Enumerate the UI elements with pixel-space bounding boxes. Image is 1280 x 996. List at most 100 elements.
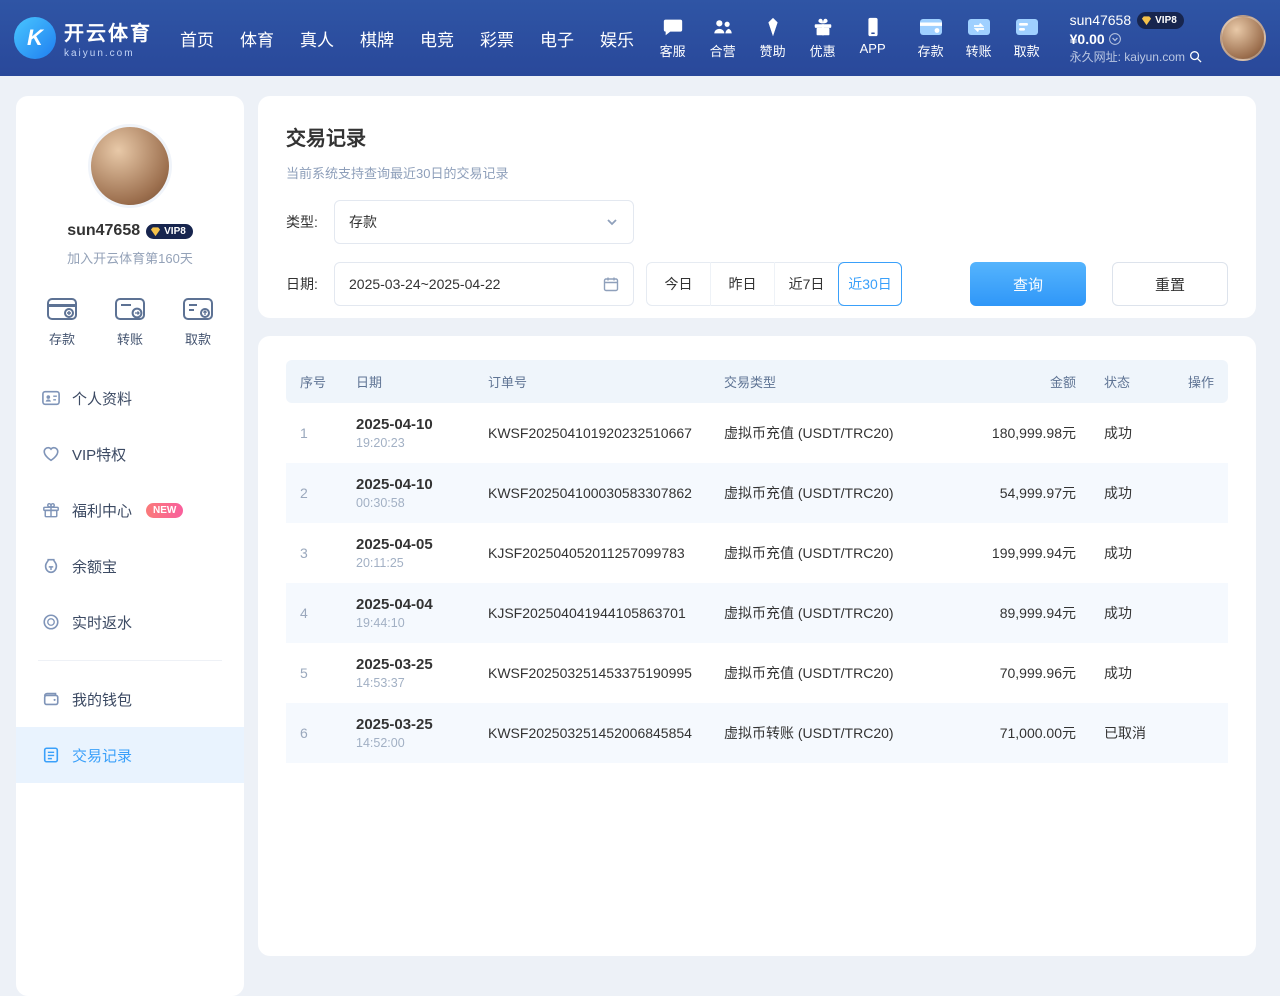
sidebar-item-rebate-label: 实时返水 [72, 612, 132, 633]
support-icon [662, 16, 684, 38]
support-label: 客服 [660, 41, 686, 60]
nav-item-cards[interactable]: 棋牌 [360, 26, 394, 51]
row-amount: 199,999.94元 [950, 523, 1090, 583]
row-action-cell [1174, 583, 1228, 643]
row-order-no: KJSF202504052011257099783 [474, 523, 710, 583]
partner-button[interactable]: 合营 [706, 16, 740, 60]
row-index: 5 [286, 643, 342, 703]
topbar-wallet-links: 存款 转账 取款 [914, 16, 1044, 60]
sidebar-item-transactions-label: 交易记录 [72, 745, 132, 766]
header-type: 交易类型 [710, 360, 950, 403]
row-time: 14:53:37 [356, 676, 460, 690]
page-title: 交易记录 [286, 122, 1228, 151]
sidebar-vip-badge[interactable]: VIP8 [146, 224, 193, 239]
username: sun47658 [1070, 11, 1132, 30]
chevron-down-icon[interactable] [1109, 33, 1121, 45]
deposit-label-top: 存款 [918, 41, 944, 60]
sidebar-item-rebate[interactable]: 实时返水 [16, 594, 244, 650]
app-label: APP [860, 41, 886, 56]
vip-heart-icon [42, 445, 60, 463]
range-today-button[interactable]: 今日 [647, 262, 711, 306]
sponsor-icon [762, 16, 784, 38]
header-amount: 金额 [950, 360, 1090, 403]
sidebar-joined-days: 加入开云体育第160天 [16, 248, 244, 267]
row-type: 虚拟币转账 (USDT/TRC20) [710, 703, 950, 763]
type-filter-label: 类型: [286, 212, 334, 232]
row-date: 2025-04-10 [356, 476, 460, 493]
type-select[interactable]: 存款 [334, 200, 634, 244]
gift-icon [812, 16, 834, 38]
withdraw-card-icon [1015, 16, 1039, 38]
reset-button[interactable]: 重置 [1112, 262, 1228, 306]
sidebar-username: sun47658 [67, 222, 140, 240]
brand-logo[interactable]: K 开云体育 kaiyun.com [14, 17, 152, 59]
sidebar-item-welfare[interactable]: 福利中心 NEW [16, 482, 244, 538]
row-order-no: KWSF202504101920232510667 [474, 403, 710, 463]
nav-item-slots[interactable]: 电子 [540, 26, 574, 51]
sidebar-withdraw-button[interactable]: 取款 [182, 295, 214, 348]
calendar-icon [603, 276, 619, 292]
nav-item-lottery[interactable]: 彩票 [480, 26, 514, 51]
promo-button[interactable]: 优惠 [806, 16, 840, 60]
row-action-cell [1174, 523, 1228, 583]
sidebar-deposit-label: 存款 [49, 329, 75, 348]
nav-item-live[interactable]: 真人 [300, 26, 334, 51]
date-filter-label: 日期: [286, 274, 334, 294]
sidebar-item-profile-label: 个人资料 [72, 388, 132, 409]
row-index: 3 [286, 523, 342, 583]
row-type: 虚拟币充值 (USDT/TRC20) [710, 643, 950, 703]
row-type: 虚拟币充值 (USDT/TRC20) [710, 403, 950, 463]
transactions-table: 序号 日期 订单号 交易类型 金额 状态 操作 1 2025-04-1019:2… [286, 360, 1228, 763]
sidebar-item-wallet[interactable]: 我的钱包 [16, 671, 244, 727]
sidebar-deposit-button[interactable]: 存款 [46, 295, 78, 348]
row-order-no: KJSF202504041944105863701 [474, 583, 710, 643]
avatar[interactable] [1220, 15, 1266, 61]
sidebar-withdraw-label: 取款 [185, 329, 211, 348]
withdraw-icon [182, 295, 214, 323]
row-type: 虚拟币充值 (USDT/TRC20) [710, 523, 950, 583]
date-range-value: 2025-03-24~2025-04-22 [349, 276, 500, 292]
nav-item-home[interactable]: 首页 [180, 26, 214, 51]
vip-badge[interactable]: VIP8 [1137, 12, 1184, 30]
row-order-no: KWSF202504100030583307862 [474, 463, 710, 523]
app-button[interactable]: APP [856, 16, 890, 60]
row-action-cell [1174, 403, 1228, 463]
sidebar-item-profile[interactable]: 个人资料 [16, 370, 244, 426]
sidebar-item-vip[interactable]: VIP特权 [16, 426, 244, 482]
sidebar-avatar[interactable] [88, 124, 172, 208]
row-date: 2025-04-04 [356, 596, 460, 613]
sponsor-button[interactable]: 赞助 [756, 16, 790, 60]
range-30days-button[interactable]: 近30日 [838, 262, 902, 306]
search-icon[interactable] [1189, 50, 1202, 63]
row-order-no: KWSF202503251452006845854 [474, 703, 710, 763]
nav-item-casino[interactable]: 娱乐 [600, 26, 634, 51]
support-button[interactable]: 客服 [656, 16, 690, 60]
date-range-input[interactable]: 2025-03-24~2025-04-22 [334, 262, 634, 306]
nav-item-sports[interactable]: 体育 [240, 26, 274, 51]
nav-item-esports[interactable]: 电竞 [420, 26, 454, 51]
sidebar-item-yuebao[interactable]: 余额宝 [16, 538, 244, 594]
sidebar-quick-actions: 存款 转账 取款 [16, 275, 244, 366]
sidebar-item-transactions[interactable]: 交易记录 [16, 727, 244, 783]
partner-icon [712, 16, 734, 38]
row-time: 19:20:23 [356, 436, 460, 450]
sidebar-transfer-button[interactable]: 转账 [114, 295, 146, 348]
range-7days-button[interactable]: 近7日 [775, 262, 839, 306]
transfer-card-icon [967, 16, 991, 38]
search-button[interactable]: 查询 [970, 262, 1086, 306]
row-amount: 54,999.97元 [950, 463, 1090, 523]
row-amount: 71,000.00元 [950, 703, 1090, 763]
row-status: 成功 [1090, 643, 1174, 703]
row-index: 6 [286, 703, 342, 763]
header-date: 日期 [342, 360, 474, 403]
row-action-cell [1174, 463, 1228, 523]
deposit-button-top[interactable]: 存款 [914, 16, 948, 60]
user-info-block: sun47658 VIP8 ¥0.00 永久网址: kaiyun.com [1070, 11, 1202, 65]
vip-badge-label: VIP8 [1155, 14, 1177, 28]
wallet-icon [42, 690, 60, 708]
transfer-button-top[interactable]: 转账 [962, 16, 996, 60]
sidebar-vip-label: VIP8 [164, 226, 186, 237]
withdraw-button-top[interactable]: 取款 [1010, 16, 1044, 60]
range-yesterday-button[interactable]: 昨日 [711, 262, 775, 306]
partner-label: 合营 [710, 41, 736, 60]
